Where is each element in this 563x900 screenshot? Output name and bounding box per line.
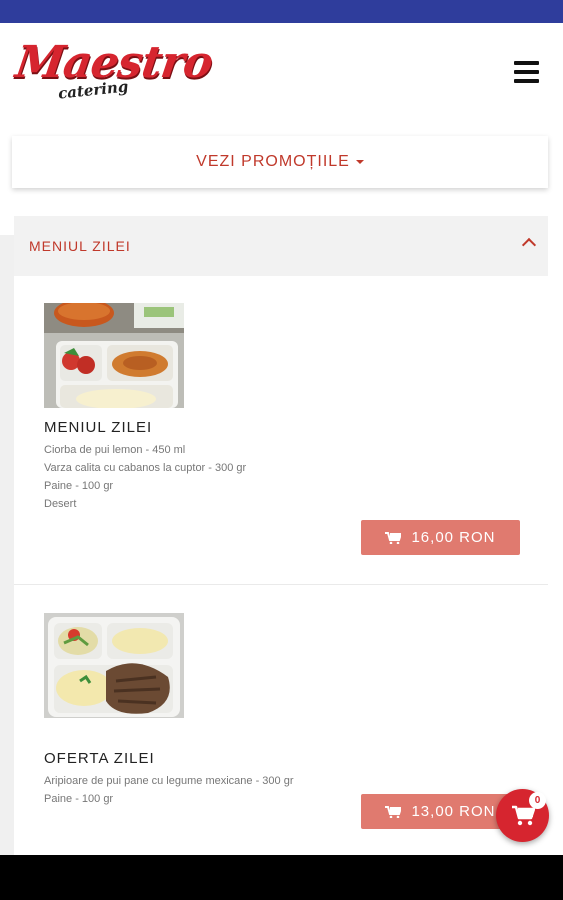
- header: Maestro catering: [0, 23, 563, 123]
- description-line: Aripioare de pui pane cu legume mexicane…: [44, 775, 294, 787]
- product-title: OFERTA ZILEI: [44, 750, 155, 767]
- status-bar: [0, 0, 563, 23]
- product-title: MENIUL ZILEI: [44, 419, 153, 436]
- cart-icon: [385, 531, 402, 544]
- description-line: Paine - 100 gr: [44, 480, 114, 492]
- add-to-cart-button[interactable]: 16,00 RON: [361, 520, 520, 555]
- cart-count-badge: 0: [529, 792, 546, 809]
- page-content: Maestro catering VEZI PROMOȚIILE MENIUL …: [0, 23, 563, 855]
- maestro-logo[interactable]: Maestro catering: [12, 37, 215, 109]
- price-label: 13,00 RON: [411, 803, 496, 820]
- product-card: MENIUL ZILEI Ciorba de pui lemon - 450 m…: [14, 276, 548, 584]
- product-card: OFERTA ZILEI Aripioare de pui pane cu le…: [14, 585, 548, 855]
- caret-down-icon: [355, 160, 364, 164]
- shopping-cart-icon: [511, 805, 535, 825]
- cart-fab-button[interactable]: 0: [496, 789, 549, 842]
- category-header[interactable]: MENIUL ZILEI: [14, 216, 548, 276]
- product-image-soup-meal[interactable]: [44, 303, 184, 408]
- description-line: Ciorba de pui lemon - 450 ml: [44, 444, 186, 456]
- chevron-up-icon[interactable]: [521, 237, 537, 253]
- product-description: Ciorba de pui lemon - 450 ml Varza calit…: [44, 441, 246, 513]
- price-label: 16,00 RON: [411, 529, 496, 546]
- product-image-chicken-meal[interactable]: [44, 613, 184, 718]
- category-label: MENIUL ZILEI: [29, 238, 131, 254]
- description-line: Varza calita cu cabanos la cuptor - 300 …: [44, 462, 247, 474]
- description-line: Desert: [44, 498, 77, 510]
- description-line: Paine - 100 gr: [44, 793, 114, 805]
- promotions-label: VEZI PROMOȚIILE: [196, 153, 350, 170]
- side-strip: [0, 235, 14, 855]
- cart-icon: [385, 805, 402, 818]
- promotions-button[interactable]: VEZI PROMOȚIILE: [12, 136, 548, 188]
- system-navigation-bar: [0, 855, 563, 900]
- product-description: Aripioare de pui pane cu legume mexicane…: [44, 772, 293, 808]
- hamburger-menu-icon[interactable]: [514, 61, 542, 85]
